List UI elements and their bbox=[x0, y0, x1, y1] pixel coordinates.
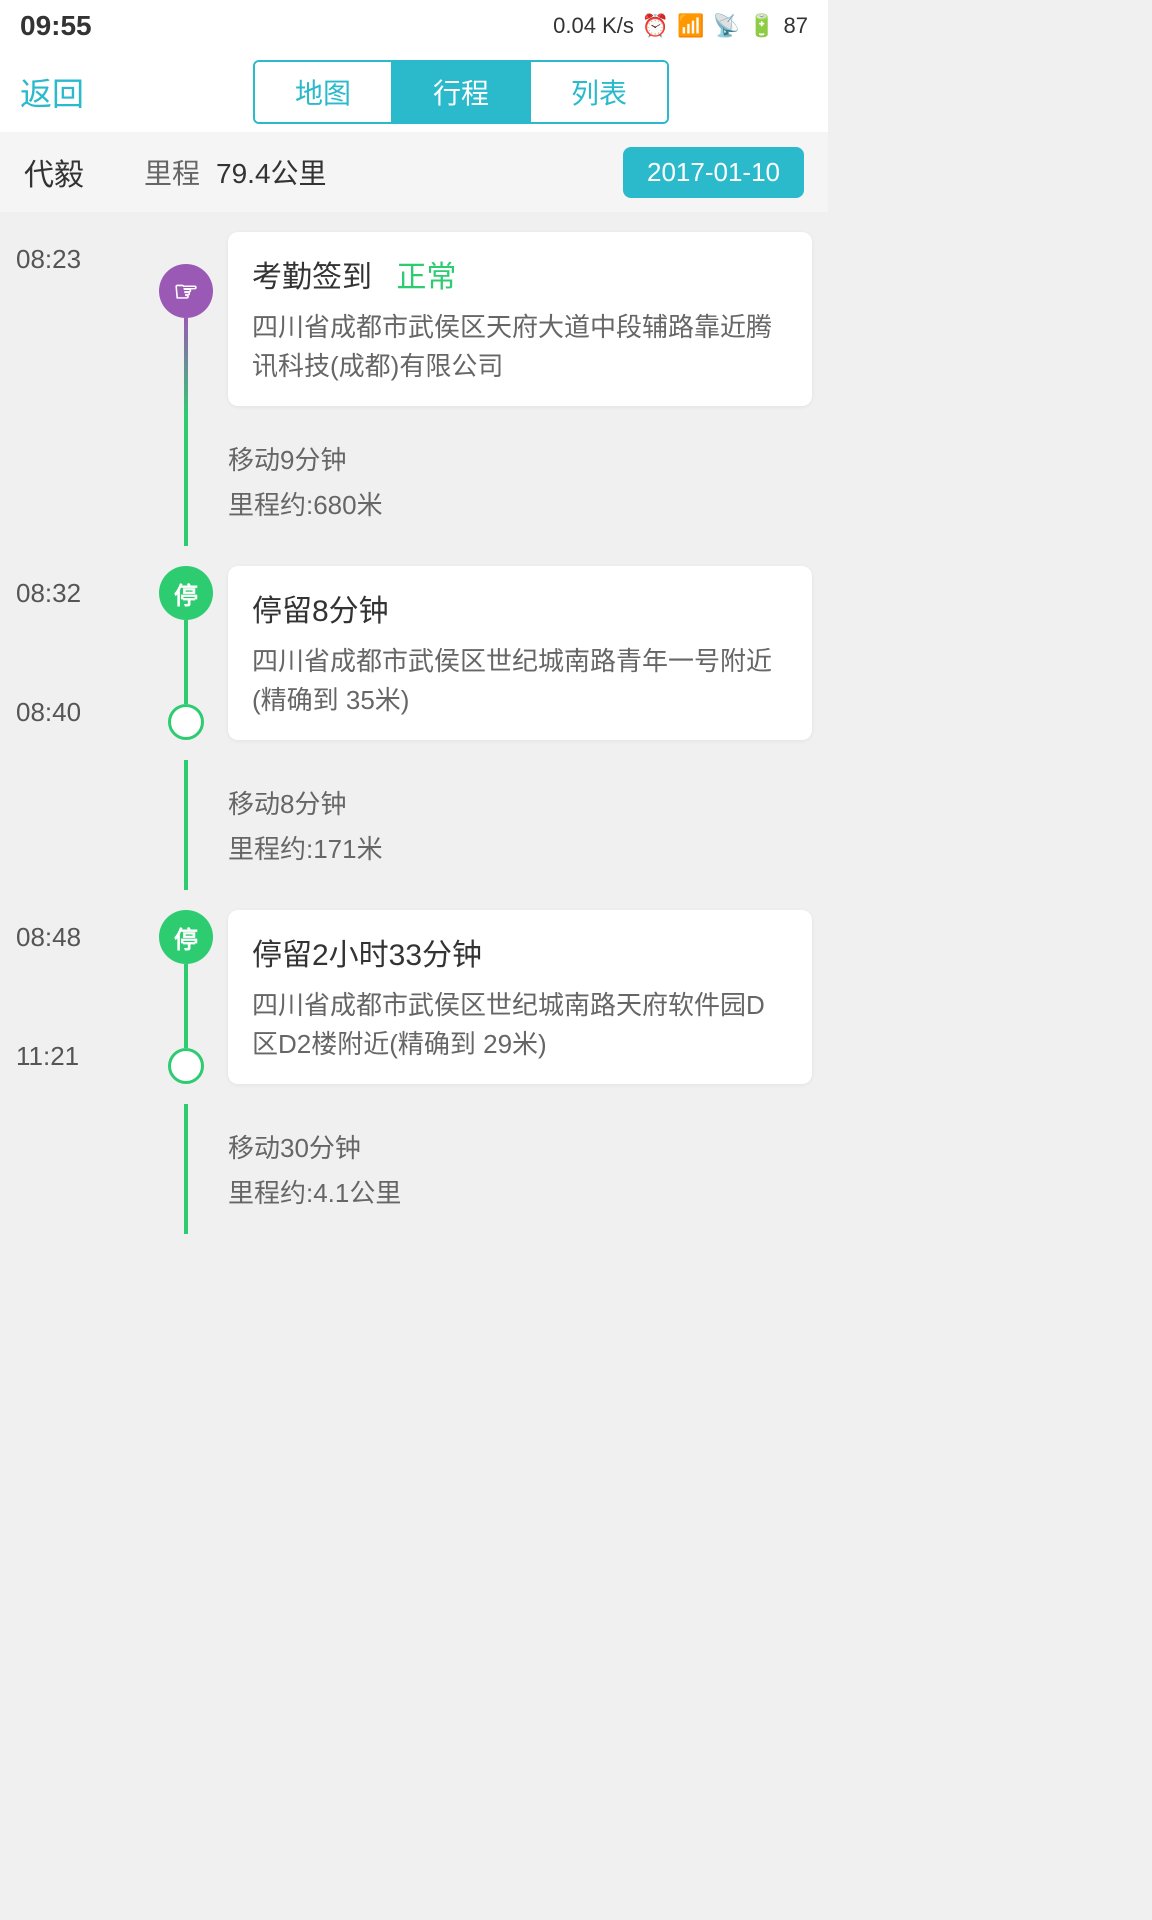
status-time: 09:55 bbox=[20, 10, 92, 42]
stop1-time-start: 08:32 bbox=[16, 546, 156, 609]
stop1-time-end: 08:40 bbox=[16, 697, 156, 760]
nav-tabs: 地图 行程 列表 bbox=[253, 60, 669, 124]
stop1-node: 停 bbox=[159, 566, 213, 620]
stop2-time-end: 11:21 bbox=[16, 1041, 156, 1104]
wifi-icon: 📶 bbox=[677, 13, 704, 39]
battery-icon: 🔋 bbox=[748, 13, 775, 39]
stop1-card: 停留8分钟 四川省成都市武侯区世纪城南路青年一号附近(精确到 35米) bbox=[228, 566, 812, 740]
movement-2-duration: 移动8分钟 bbox=[228, 784, 812, 821]
stop2-node: 停 bbox=[159, 910, 213, 964]
time-col: 08:23 bbox=[16, 212, 156, 416]
movement-1-duration: 移动9分钟 bbox=[228, 440, 812, 477]
mileage-label: 里程 bbox=[144, 152, 200, 192]
movement-3-distance: 里程约:4.1公里 bbox=[228, 1173, 812, 1210]
driver-name: 代毅 bbox=[24, 150, 84, 194]
timeline: 08:23 ☞ 考勤签到 正常 四川省成都市武侯区天府大道中段辅路靠近腾讯科技(… bbox=[0, 212, 828, 1274]
stop-2: 08:48 11:21 停 停留2小时33分钟 四川省成都市武侯区世纪城南路天府… bbox=[0, 890, 828, 1104]
nav-bar: 返回 地图 行程 列表 bbox=[0, 52, 828, 132]
back-button[interactable]: 返回 bbox=[20, 69, 84, 115]
stop-1: 08:32 08:40 停 停留8分钟 四川省成都市武侯区世纪城南路青年一号附近… bbox=[0, 546, 828, 760]
status-bar: 09:55 0.04 K/s ⏰ 📶 📡 🔋 87 bbox=[0, 0, 828, 52]
node-col: ☞ bbox=[156, 212, 216, 416]
checkin-address: 四川省成都市武侯区天府大道中段辅路靠近腾讯科技(成都)有限公司 bbox=[252, 308, 788, 386]
stop2-end-node bbox=[168, 1048, 204, 1084]
status-right: 0.04 K/s ⏰ 📶 📡 🔋 87 bbox=[553, 13, 808, 39]
stop2-title: 停留2小时33分钟 bbox=[252, 930, 788, 974]
summary-row: 代毅 里程 79.4公里 2017-01-10 bbox=[0, 132, 828, 212]
checkin-status: 正常 bbox=[396, 261, 456, 294]
speed-unit: K/s bbox=[602, 13, 634, 38]
checkin-card: 考勤签到 正常 四川省成都市武侯区天府大道中段辅路靠近腾讯科技(成都)有限公司 bbox=[228, 232, 812, 406]
movement-3-duration: 移动30分钟 bbox=[228, 1128, 812, 1165]
stop2-card: 停留2小时33分钟 四川省成都市武侯区世纪城南路天府软件园D区D2楼附近(精确到… bbox=[228, 910, 812, 1084]
stop2-address: 四川省成都市武侯区世纪城南路天府软件园D区D2楼附近(精确到 29米) bbox=[252, 986, 788, 1064]
clock-icon: ⏰ bbox=[642, 13, 669, 39]
checkin-node: ☞ bbox=[159, 264, 213, 318]
signal-icon: 📡 bbox=[713, 13, 740, 39]
event-checkin: 08:23 ☞ 考勤签到 正常 四川省成都市武侯区天府大道中段辅路靠近腾讯科技(… bbox=[0, 212, 828, 416]
mileage-value: 79.4公里 bbox=[216, 152, 327, 192]
stop1-address: 四川省成都市武侯区世纪城南路青年一号附近(精确到 35米) bbox=[252, 642, 788, 720]
tab-trip[interactable]: 行程 bbox=[391, 62, 529, 122]
line-after-checkin bbox=[184, 318, 188, 416]
status-speed: 0.04 K/s bbox=[553, 13, 634, 39]
movement-1-distance: 里程约:680米 bbox=[228, 485, 812, 522]
tab-list[interactable]: 列表 bbox=[529, 62, 667, 122]
stop1-end-node bbox=[168, 704, 204, 740]
battery-level: 87 bbox=[784, 13, 808, 39]
tab-map[interactable]: 地图 bbox=[255, 62, 391, 122]
checkin-title: 考勤签到 正常 bbox=[252, 252, 788, 296]
date-badge: 2017-01-10 bbox=[623, 147, 804, 198]
stop1-title: 停留8分钟 bbox=[252, 586, 788, 630]
movement-2: 移动8分钟 里程约:171米 bbox=[0, 760, 828, 890]
stop2-time-start: 08:48 bbox=[16, 890, 156, 953]
event-time-0823: 08:23 bbox=[16, 212, 156, 275]
movement-1: 移动9分钟 里程约:680米 bbox=[0, 416, 828, 546]
movement-2-distance: 里程约:171米 bbox=[228, 829, 812, 866]
movement-3: 移动30分钟 里程约:4.1公里 bbox=[0, 1104, 828, 1234]
content-col: 考勤签到 正常 四川省成都市武侯区天府大道中段辅路靠近腾讯科技(成都)有限公司 bbox=[228, 212, 812, 416]
